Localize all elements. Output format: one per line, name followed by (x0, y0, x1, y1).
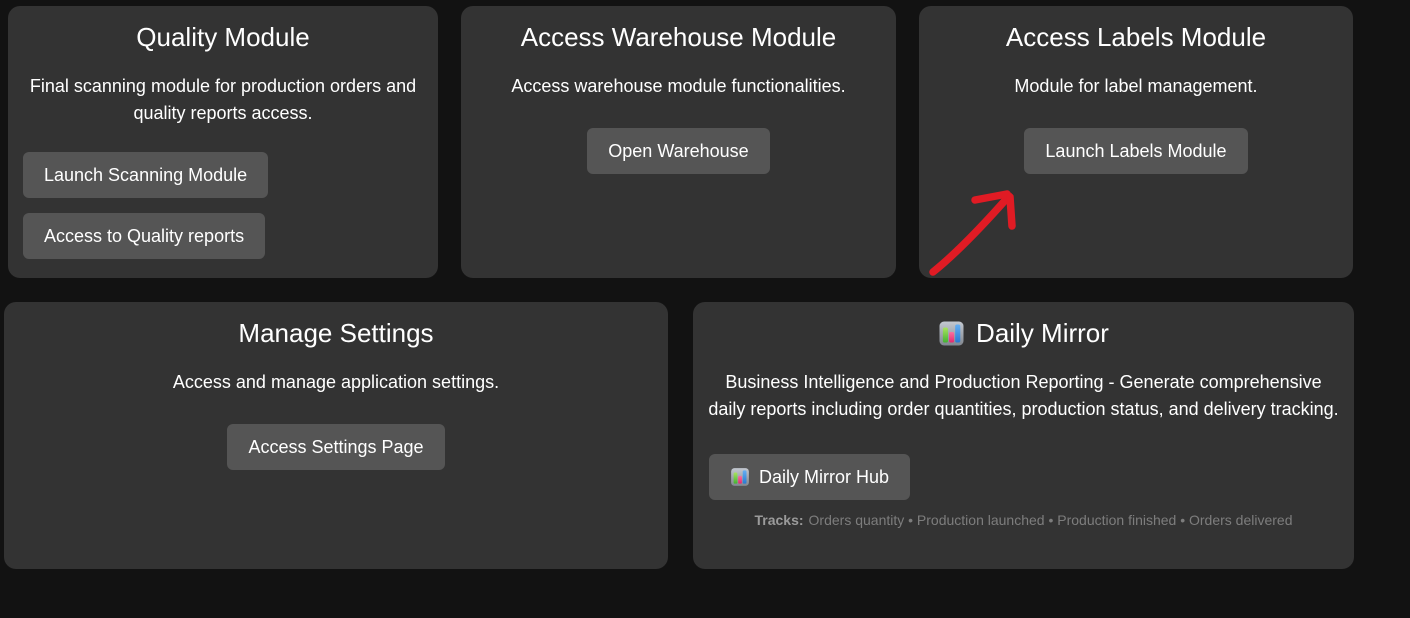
daily-mirror-hub-button-label: Daily Mirror Hub (759, 466, 889, 488)
card-quality-module: Quality Module Final scanning module for… (8, 6, 438, 278)
launch-labels-module-button[interactable]: Launch Labels Module (1024, 128, 1247, 174)
labels-module-title: Access Labels Module (931, 21, 1341, 54)
card-access-warehouse-module: Access Warehouse Module Access warehouse… (461, 6, 896, 278)
quality-module-buttons: Launch Scanning Module Access to Quality… (23, 152, 438, 259)
labels-module-description: Module for label management. (919, 73, 1353, 100)
card-manage-settings: Manage Settings Access and manage applic… (4, 302, 668, 569)
warehouse-module-title: Access Warehouse Module (473, 21, 884, 54)
warehouse-module-description: Access warehouse module functionalities. (461, 73, 896, 100)
launch-scanning-module-button[interactable]: Launch Scanning Module (23, 152, 268, 198)
bar-chart-icon (938, 320, 965, 347)
dashboard: Quality Module Final scanning module for… (0, 0, 1410, 618)
daily-mirror-title-row: Daily Mirror (705, 317, 1342, 350)
quality-module-title: Quality Module (20, 21, 426, 54)
warehouse-module-buttons: Open Warehouse (461, 128, 896, 174)
card-daily-mirror: Daily Mirror Business Intelligence and P… (693, 302, 1354, 569)
manage-settings-buttons: Access Settings Page (4, 424, 668, 470)
tracks-footer: Tracks: Orders quantity • Production laun… (693, 512, 1354, 528)
manage-settings-title: Manage Settings (16, 317, 656, 350)
daily-mirror-description: Business Intelligence and Production Rep… (708, 369, 1340, 423)
quality-module-description: Final scanning module for production ord… (22, 73, 424, 127)
labels-module-buttons: Launch Labels Module (919, 128, 1353, 174)
bar-chart-icon (730, 467, 750, 487)
card-access-labels-module: Access Labels Module Module for label ma… (919, 6, 1353, 278)
daily-mirror-buttons: Daily Mirror Hub (709, 454, 1354, 500)
daily-mirror-title: Daily Mirror (976, 317, 1109, 350)
access-quality-reports-button[interactable]: Access to Quality reports (23, 213, 265, 259)
open-warehouse-button[interactable]: Open Warehouse (587, 128, 769, 174)
access-settings-page-button[interactable]: Access Settings Page (227, 424, 444, 470)
daily-mirror-hub-button[interactable]: Daily Mirror Hub (709, 454, 910, 500)
manage-settings-description: Access and manage application settings. (4, 369, 668, 396)
tracks-label: Tracks: (754, 512, 803, 528)
tracks-items: Orders quantity • Production launched • … (809, 512, 1293, 528)
